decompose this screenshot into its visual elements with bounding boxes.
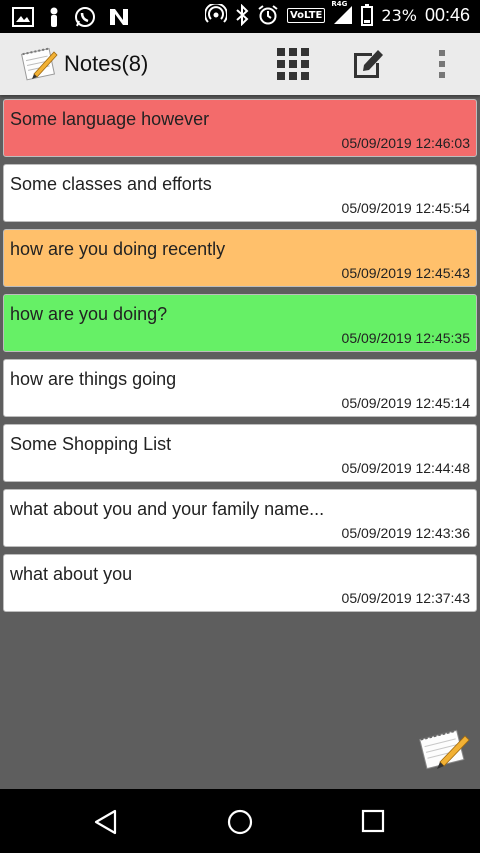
note-card[interactable]: what about you 05/09/2019 12:37:43 <box>3 554 477 612</box>
back-button[interactable] <box>92 808 120 836</box>
gallery-icon <box>12 7 34 27</box>
signal-icon: R4G <box>331 0 353 25</box>
n-app-icon <box>108 7 130 27</box>
note-timestamp: 05/09/2019 12:45:54 <box>341 200 470 216</box>
note-card[interactable]: how are you doing? 05/09/2019 12:45:35 <box>3 294 477 352</box>
bluetooth-icon <box>235 4 249 26</box>
battery-percent: 23% <box>381 5 417 25</box>
notification-figure-icon <box>46 6 62 28</box>
note-timestamp: 05/09/2019 12:46:03 <box>341 135 470 151</box>
new-note-button[interactable] <box>351 47 385 81</box>
notes-list: Some language however 05/09/2019 12:46:0… <box>3 99 477 619</box>
grid-view-button[interactable] <box>277 48 309 80</box>
status-right-icons: VoLTE R4G 23% 00:46 <box>204 0 470 26</box>
note-title: how are you doing? <box>10 304 168 324</box>
recents-square-icon <box>361 809 385 833</box>
volte-badge: VoLTE <box>286 7 326 23</box>
note-title: Some classes and efforts <box>10 174 212 194</box>
more-vert-icon <box>439 50 445 78</box>
alarm-icon <box>257 4 279 26</box>
network-type-label: R4G <box>331 0 348 8</box>
note-timestamp: 05/09/2019 12:45:43 <box>341 265 470 281</box>
home-circle-icon <box>227 809 253 835</box>
home-button[interactable] <box>226 808 254 836</box>
note-title: Some language however <box>10 109 210 129</box>
add-note-fab[interactable] <box>416 724 472 776</box>
note-card[interactable]: Some classes and efforts 05/09/2019 12:4… <box>3 164 477 222</box>
status-left-icons <box>12 6 130 28</box>
recents-button[interactable] <box>360 808 386 834</box>
notepad-pencil-icon <box>419 729 470 770</box>
battery-icon <box>361 4 374 26</box>
note-title: what about you <box>10 564 133 584</box>
note-timestamp: 05/09/2019 12:43:36 <box>341 525 470 541</box>
page-title: Notes(8) <box>64 51 149 76</box>
grid-view-icon <box>277 48 309 80</box>
note-card[interactable]: how are you doing recently 05/09/2019 12… <box>3 229 477 287</box>
clock: 00:46 <box>424 4 470 25</box>
note-timestamp: 05/09/2019 12:45:35 <box>341 330 470 346</box>
note-title: how are you doing recently <box>10 239 226 259</box>
note-timestamp: 05/09/2019 12:45:14 <box>341 395 470 411</box>
hotspot-icon <box>204 4 227 26</box>
note-card[interactable]: how are things going 05/09/2019 12:45:14 <box>3 359 477 417</box>
notepad-logo-icon <box>18 43 60 85</box>
status-bar: VoLTE R4G 23% 00:46 <box>0 0 480 33</box>
note-title: what about you and your family name... <box>10 499 325 519</box>
navigation-bar <box>0 789 480 853</box>
overflow-menu-button[interactable] <box>432 47 452 81</box>
note-timestamp: 05/09/2019 12:37:43 <box>341 590 470 606</box>
note-title: how are things going <box>10 369 177 389</box>
note-card[interactable]: Some language however 05/09/2019 12:46:0… <box>3 99 477 157</box>
note-timestamp: 05/09/2019 12:44:48 <box>341 460 470 476</box>
note-title: Some Shopping List <box>10 434 172 454</box>
back-triangle-icon <box>94 809 117 835</box>
whatsapp-icon <box>74 6 96 28</box>
app-bar: Notes(8) <box>0 33 480 95</box>
note-card[interactable]: Some Shopping List 05/09/2019 12:44:48 <box>3 424 477 482</box>
note-card[interactable]: what about you and your family name... 0… <box>3 489 477 547</box>
edit-note-icon <box>354 50 383 78</box>
